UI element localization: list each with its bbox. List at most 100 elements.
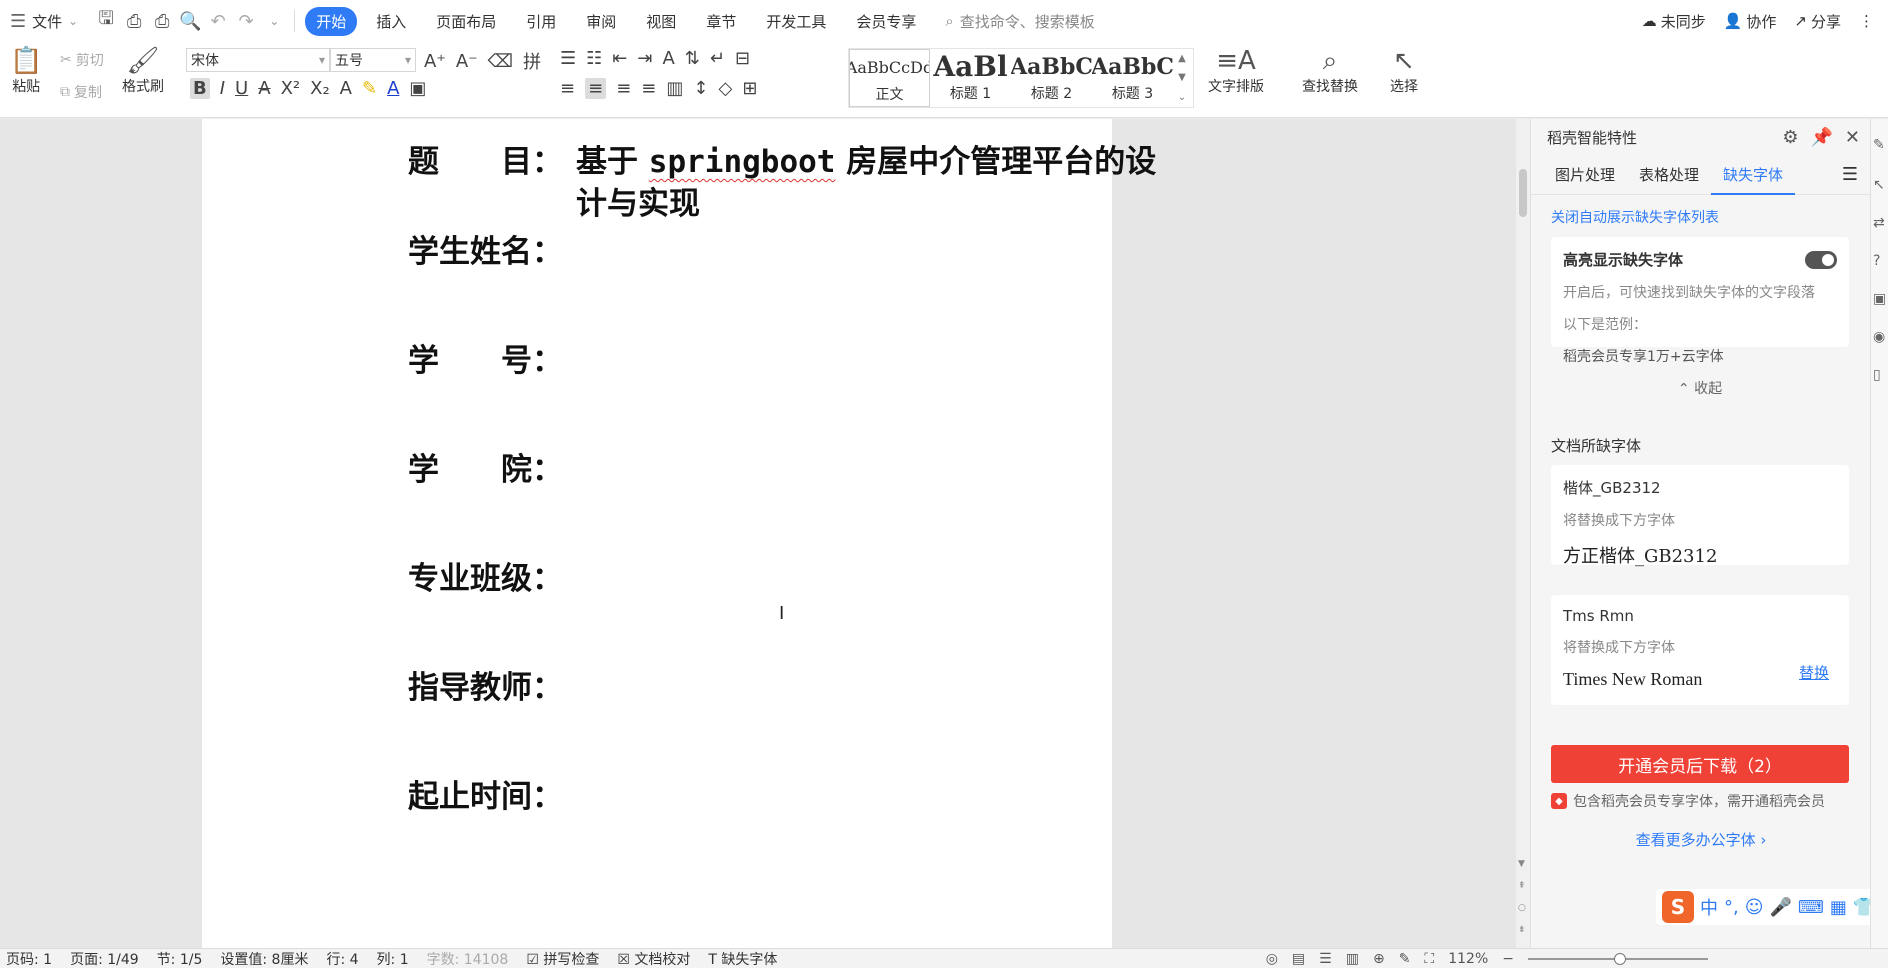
eye-protect-icon[interactable]: ◎ (1266, 951, 1278, 967)
close-auto-show-link[interactable]: 关闭自动展示缺失字体列表 (1551, 207, 1719, 227)
emoji-icon[interactable]: ☺ (1745, 897, 1764, 918)
line-spacing-icon[interactable]: ↕ (693, 78, 708, 99)
member-download-button[interactable]: 开通会员后下载（2） (1551, 745, 1849, 783)
punctuation-icon[interactable]: °, (1724, 897, 1739, 918)
superscript-icon[interactable]: X² (281, 78, 301, 99)
tab-image-processing[interactable]: 图片处理 (1543, 155, 1627, 195)
redo-icon[interactable]: ↷ (232, 7, 260, 35)
missing-font-button[interactable]: T 缺失字体 (708, 949, 777, 968)
grow-font-icon[interactable]: A⁺ (424, 51, 446, 72)
text-layout-button[interactable]: ≡A 文字排版 (1208, 46, 1264, 96)
paste-button[interactable]: 📋 粘贴 (10, 46, 42, 96)
find-replace-button[interactable]: ⌕ 查找替换 (1302, 46, 1358, 96)
tab-insert[interactable]: 插入 (365, 7, 417, 36)
customize-chevron-icon[interactable]: ⌄ (260, 7, 288, 35)
section-info[interactable]: 节: 1/5 (157, 949, 203, 968)
word-count[interactable]: 字数: 14108 (427, 949, 509, 968)
page-count[interactable]: 页面: 1/49 (70, 949, 139, 968)
title-value[interactable]: 基于 springboot 房屋中介管理平台的设计与实现 (576, 141, 1176, 225)
setting-value[interactable]: 设置值: 8厘米 (220, 949, 308, 968)
highlight-toggle[interactable] (1805, 251, 1837, 269)
align-right-icon[interactable]: ≡ (616, 78, 631, 99)
style-heading-2[interactable]: AaBbC 标题 2 (1011, 49, 1092, 107)
file-menu[interactable]: ☰ 文件 ⌄ (10, 11, 78, 32)
shrink-font-icon[interactable]: A⁻ (456, 51, 478, 72)
align-left-icon[interactable]: ≡ (560, 78, 575, 99)
zoom-out-icon[interactable]: − (1502, 951, 1514, 967)
style-gallery-scroll[interactable]: ▲ ▼ ⌄ (1173, 49, 1191, 107)
pin-icon[interactable]: 📌 (1810, 127, 1832, 148)
page-number[interactable]: 页码: 1 (6, 949, 52, 968)
collapse-button[interactable]: ⌃ 收起 (1563, 378, 1837, 398)
highlight-icon[interactable]: ✎ (362, 78, 377, 99)
tab-page-layout[interactable]: 页面布局 (425, 7, 507, 36)
print-preview-icon[interactable]: 🔍 (176, 7, 204, 35)
document-scrollbar[interactable]: ▼ ⇞ ○ ⇟ (1516, 119, 1530, 948)
page-view-icon[interactable]: ▤ (1292, 951, 1305, 967)
menu-icon[interactable]: ☰ (1842, 164, 1858, 185)
shading-icon[interactable]: ◇ (718, 78, 732, 99)
help-icon[interactable]: ? (1873, 253, 1880, 269)
style-normal[interactable]: AaBbCcDd 正文 (849, 49, 930, 107)
style-heading-1[interactable]: AaBl 标题 1 (930, 49, 1011, 107)
pinyin-icon[interactable]: 拼 (523, 48, 541, 74)
format-painter-button[interactable]: 🖌 格式刷 (122, 46, 164, 96)
chinese-layout-icon[interactable]: A (662, 48, 674, 69)
select-browse-icon[interactable]: ○ (1518, 903, 1526, 913)
tab-table-processing[interactable]: 表格处理 (1627, 155, 1711, 195)
char-border-icon[interactable]: ▣ (409, 78, 426, 99)
doc-proof-button[interactable]: ☒ 文档校对 (617, 949, 690, 968)
show-marks-icon[interactable]: ↵ (710, 48, 725, 69)
select-button[interactable]: ↖ 选择 (1390, 46, 1418, 96)
clear-format-icon[interactable]: ⌫ (488, 51, 513, 72)
justify-icon[interactable]: ≡ (641, 78, 656, 99)
tab-missing-fonts[interactable]: 缺失字体 (1711, 155, 1796, 195)
save-icon[interactable]: 🖫 (92, 7, 120, 35)
tab-references[interactable]: 引用 (515, 7, 567, 36)
sync-button[interactable]: ☁ 未同步 (1642, 11, 1706, 32)
zoom-level[interactable]: 112% (1448, 951, 1488, 967)
bullet-list-icon[interactable]: ☰ (560, 48, 576, 69)
write-view-icon[interactable]: ✎ (1399, 951, 1411, 967)
more-fonts-link[interactable]: 查看更多办公字体 › (1531, 829, 1871, 850)
cursor-icon[interactable]: ↖ (1873, 177, 1885, 193)
copy-button[interactable]: ⧉ 复制 (60, 82, 102, 102)
sogou-logo-icon[interactable]: S (1662, 891, 1694, 923)
page-icon[interactable]: ▯ (1873, 367, 1881, 383)
scrollbar-thumb[interactable] (1519, 169, 1527, 217)
web-view-icon[interactable]: ⊕ (1373, 951, 1385, 967)
microphone-icon[interactable]: 🎤 (1770, 897, 1792, 918)
print-icon[interactable]: ⎙ (148, 7, 176, 35)
tab-home[interactable]: 开始 (305, 6, 358, 36)
font-size-select[interactable]: 五号 ▾ (330, 48, 416, 72)
tab-member[interactable]: 会员专享 (845, 7, 927, 36)
align-center-icon[interactable]: ≡ (585, 78, 607, 99)
collaborate-button[interactable]: 👤 协作 (1724, 11, 1777, 32)
underline-icon[interactable]: U (235, 78, 248, 99)
font-color-icon[interactable]: A (387, 78, 399, 99)
borders-icon[interactable]: ⊞ (742, 78, 757, 99)
close-icon[interactable]: ✕ (1845, 127, 1860, 148)
numbered-list-icon[interactable]: ☷ (586, 48, 602, 69)
image-icon[interactable]: ▣ (1873, 291, 1886, 307)
settings-gear-icon[interactable]: ⚙ (1782, 127, 1798, 148)
tab-review[interactable]: 审阅 (575, 7, 627, 36)
increase-indent-icon[interactable]: ⇥ (637, 48, 652, 69)
cut-button[interactable]: ✂ 剪切 (60, 50, 104, 70)
read-view-icon[interactable]: ▥ (1346, 951, 1359, 967)
prev-page-icon[interactable]: ⇞ (1518, 881, 1526, 891)
bold-icon[interactable]: B (190, 78, 210, 99)
text-effect-icon[interactable]: A (340, 78, 352, 99)
feature-icon[interactable]: ◉ (1873, 329, 1885, 345)
keyboard-icon[interactable]: ⌨ (1798, 897, 1824, 918)
decrease-indent-icon[interactable]: ⇤ (612, 48, 627, 69)
zoom-slider[interactable] (1528, 953, 1708, 965)
tab-stops-icon[interactable]: ⊟ (735, 48, 750, 69)
ime-mode[interactable]: 中 (1700, 894, 1718, 920)
strikethrough-icon[interactable]: A (258, 78, 270, 99)
tab-developer[interactable]: 开发工具 (755, 7, 837, 36)
adjust-icon[interactable]: ⇄ (1873, 215, 1885, 231)
panel-title[interactable]: 稻壳智能特性 (1547, 127, 1637, 148)
subscript-icon[interactable]: X₂ (310, 78, 330, 99)
font-family-select[interactable]: 宋体 ▾ (186, 48, 330, 72)
